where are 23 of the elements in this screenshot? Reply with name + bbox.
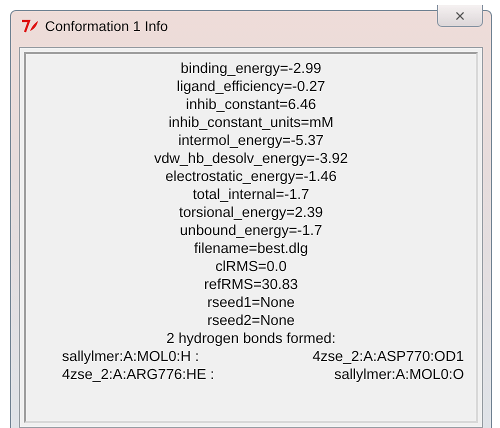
info-line: refRMS=30.83: [204, 276, 299, 294]
info-line: 2 hydrogen bonds formed:: [166, 330, 337, 348]
info-line: torsional_energy=2.39: [179, 204, 324, 222]
info-line: rseed1=None: [207, 294, 296, 312]
info-line: clRMS=0.0: [215, 258, 288, 276]
close-button[interactable]: ×: [437, 5, 483, 27]
info-line: vdw_hb_desolv_energy=-3.92: [154, 150, 349, 168]
info-line: inhib_constant_units=mM: [168, 114, 334, 132]
bond-acceptor: 4zse_2:A:ASP770:OD1: [312, 348, 464, 366]
info-line: filename=best.dlg: [194, 240, 310, 258]
info-line: inhib_constant=6.46: [186, 96, 318, 114]
bond-donor: 4zse_2:A:ARG776:HE :: [62, 366, 214, 384]
info-line: intermol_energy=-5.37: [178, 132, 325, 150]
info-line: binding_energy=-2.99: [180, 60, 322, 78]
info-line: unbound_energy=-1.7: [180, 222, 324, 240]
window-title: Conformation 1 Info: [45, 18, 169, 34]
info-line: rseed2=None: [207, 312, 296, 330]
info-line: ligand_efficiency=-0.27: [176, 78, 326, 96]
info-line: total_internal=-1.7: [192, 186, 310, 204]
info-line: electrostatic_energy=-1.46: [165, 168, 338, 186]
bond-acceptor: sallylmer:A:MOL0:O: [333, 366, 464, 384]
bond-donor: sallylmer:A:MOL0:H :: [62, 348, 200, 366]
feather-logo-icon: [21, 19, 39, 33]
